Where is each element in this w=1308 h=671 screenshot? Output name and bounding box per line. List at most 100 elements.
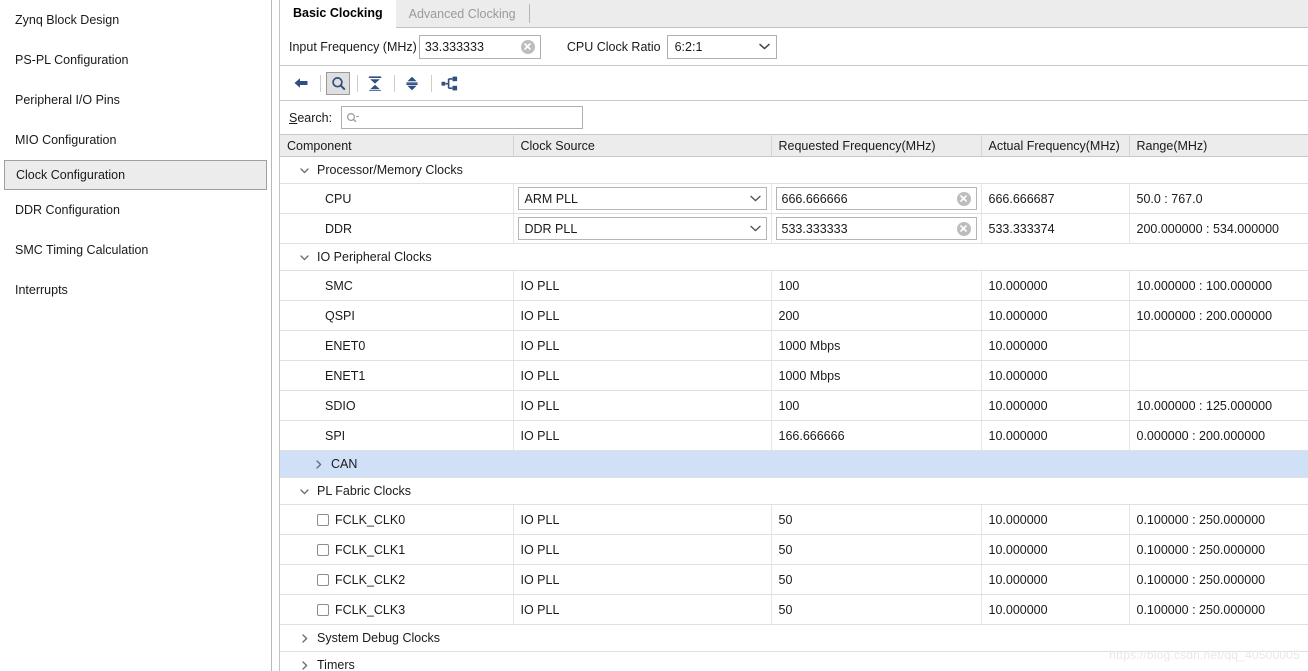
table-row[interactable]: CPU ARM PLL 666.666666 666.666687 50.0 : 767… [280, 183, 1308, 214]
table-row[interactable]: ENET0 IO PLL 1000 Mbps 10.000000 [280, 330, 1308, 361]
cell-component: FCLK_CLK3 [280, 594, 514, 625]
table-row[interactable]: SPI IO PLL 166.666666 10.000000 0.000000 : 2… [280, 420, 1308, 451]
requested-frequency-field[interactable]: 533.333333 [775, 217, 977, 240]
search-icon[interactable] [326, 71, 350, 95]
column-header-requested-frequency[interactable]: Requested Frequency(MHz) [771, 134, 982, 157]
expand-all-icon[interactable] [400, 72, 424, 95]
input-frequency-field[interactable]: 33.333333 [418, 34, 541, 59]
table-group-row[interactable]: System Debug Clocks [280, 624, 1308, 652]
cell-value: IO PLL [520, 368, 560, 383]
requested-frequency-field[interactable]: 666.666666 [775, 187, 977, 210]
sidebar-item-smc-timing-calculation[interactable]: SMC Timing Calculation [0, 230, 271, 270]
clear-icon[interactable] [520, 39, 535, 54]
cell-requested-frequency[interactable]: 50 [771, 594, 982, 625]
column-header-range[interactable]: Range(MHz) [1129, 134, 1308, 157]
cell-requested-frequency[interactable]: 100 [771, 390, 982, 421]
sidebar-item-interrupts[interactable]: Interrupts [0, 270, 271, 310]
chevron-down-icon[interactable] [297, 163, 311, 177]
hierarchy-icon[interactable] [437, 72, 461, 95]
chevron-down-icon[interactable] [297, 250, 311, 264]
cell-clock-source[interactable]: IO PLL [513, 300, 772, 331]
enable-checkbox[interactable] [317, 573, 329, 586]
cell-clock-source[interactable]: ARM PLL [513, 183, 772, 214]
cell-actual-frequency: 10.000000 [981, 534, 1130, 565]
tab-advanced-clocking[interactable]: Advanced Clocking [396, 0, 529, 27]
table-group-row[interactable]: CAN [280, 450, 1308, 478]
cell-value: IO PLL [520, 278, 560, 293]
cell-clock-source[interactable]: IO PLL [513, 504, 772, 535]
table-row[interactable]: FCLK_CLK2 IO PLL 50 10.000000 0.100000 : 250… [280, 564, 1308, 595]
chevron-right-icon[interactable] [297, 631, 311, 645]
cell-value: 533.333333 [781, 221, 848, 236]
clock-parameters-row: Input Frequency (MHz) 33.333333 CPU Cloc… [280, 28, 1308, 66]
table-row[interactable]: SMC IO PLL 100 10.000000 10.000000 : 100.000… [280, 270, 1308, 301]
sidebar-item-peripheral-i-o-pins[interactable]: Peripheral I/O Pins [0, 80, 271, 120]
sidebar-item-zynq-block-design[interactable]: Zynq Block Design [0, 0, 271, 40]
sidebar-item-mio-configuration[interactable]: MIO Configuration [0, 120, 271, 160]
cell-requested-frequency[interactable]: 533.333333 [771, 213, 982, 244]
cell-value: IO PLL [520, 572, 560, 587]
chevron-down-icon [758, 43, 770, 50]
back-arrow-icon[interactable] [289, 72, 313, 95]
column-header-actual-frequency[interactable]: Actual Frequency(MHz) [981, 134, 1130, 157]
cell-requested-frequency[interactable]: 50 [771, 534, 982, 565]
cell-clock-source[interactable]: IO PLL [513, 564, 772, 595]
table-row[interactable]: SDIO IO PLL 100 10.000000 10.000000 : 125.00… [280, 390, 1308, 421]
column-header-clock-source[interactable]: Clock Source [513, 134, 772, 157]
tab-basic-clocking[interactable]: Basic Clocking [280, 0, 396, 28]
table-group-row[interactable]: Timers [280, 651, 1308, 671]
cell-range: 0.100000 : 250.000000 [1129, 534, 1308, 565]
clear-icon[interactable] [956, 191, 971, 206]
cell-requested-frequency[interactable]: 1000 Mbps [771, 330, 982, 361]
enable-checkbox[interactable] [317, 543, 329, 556]
enable-checkbox[interactable] [317, 603, 329, 616]
cell-value: DDR [325, 221, 353, 236]
table-row[interactable]: DDR DDR PLL 533.333333 533.333374 200.000000… [280, 213, 1308, 244]
enable-checkbox[interactable] [317, 513, 329, 526]
clock-source-select[interactable]: ARM PLL [517, 187, 767, 210]
column-header-component[interactable]: Component [280, 134, 514, 157]
table-row[interactable]: FCLK_CLK0 IO PLL 50 10.000000 0.100000 : 250… [280, 504, 1308, 535]
cell-component: CPU [280, 183, 514, 214]
cell-requested-frequency[interactable]: 666.666666 [771, 183, 982, 214]
cell-requested-frequency[interactable]: 1000 Mbps [771, 360, 982, 391]
collapse-all-icon[interactable] [363, 72, 387, 95]
table-row[interactable]: ENET1 IO PLL 1000 Mbps 10.000000 [280, 360, 1308, 391]
cell-requested-frequency[interactable]: 100 [771, 270, 982, 301]
panel-splitter[interactable] [272, 0, 280, 671]
cell-clock-source[interactable]: IO PLL [513, 420, 772, 451]
clock-source-select[interactable]: DDR PLL [517, 217, 767, 240]
cell-requested-frequency[interactable]: 50 [771, 564, 982, 595]
chevron-right-icon[interactable] [311, 457, 325, 471]
chevron-right-icon[interactable] [297, 658, 311, 671]
cpu-clock-ratio-select[interactable]: 6:2:1 [666, 34, 777, 59]
cell-clock-source[interactable]: DDR PLL [513, 213, 772, 244]
cell-clock-source[interactable]: IO PLL [513, 390, 772, 421]
clear-icon[interactable] [956, 221, 971, 236]
cell-clock-source[interactable]: IO PLL [513, 534, 772, 565]
table-group-row[interactable]: Processor/Memory Clocks [280, 156, 1308, 184]
sidebar-item-clock-configuration[interactable]: Clock Configuration [4, 160, 267, 190]
table-row[interactable]: FCLK_CLK3 IO PLL 50 10.000000 0.100000 : 250… [280, 594, 1308, 625]
cell-requested-frequency[interactable]: 166.666666 [771, 420, 982, 451]
cell-clock-source[interactable]: IO PLL [513, 360, 772, 391]
sidebar-item-label: Zynq Block Design [15, 13, 120, 27]
cell-clock-source[interactable]: IO PLL [513, 330, 772, 361]
table-group-row[interactable]: PL Fabric Clocks [280, 477, 1308, 505]
cell-clock-source[interactable]: IO PLL [513, 594, 772, 625]
cell-component: FCLK_CLK1 [280, 534, 514, 565]
table-row[interactable]: FCLK_CLK1 IO PLL 50 10.000000 0.100000 : 250… [280, 534, 1308, 565]
cell-clock-source[interactable]: IO PLL [513, 270, 772, 301]
toolbar-divider [320, 74, 321, 92]
search-input[interactable] [341, 106, 584, 129]
group-label: Timers [317, 658, 355, 671]
cell-value: 200.000000 : 534.000000 [1136, 221, 1280, 236]
table-group-row[interactable]: IO Peripheral Clocks [280, 243, 1308, 271]
cell-requested-frequency[interactable]: 50 [771, 504, 982, 535]
sidebar-item-ddr-configuration[interactable]: DDR Configuration [0, 190, 271, 230]
cell-requested-frequency[interactable]: 200 [771, 300, 982, 331]
chevron-down-icon[interactable] [297, 484, 311, 498]
sidebar-item-ps-pl-configuration[interactable]: PS-PL Configuration [0, 40, 271, 80]
group-label: Processor/Memory Clocks [317, 163, 463, 177]
table-row[interactable]: QSPI IO PLL 200 10.000000 10.000000 : 200.00… [280, 300, 1308, 331]
